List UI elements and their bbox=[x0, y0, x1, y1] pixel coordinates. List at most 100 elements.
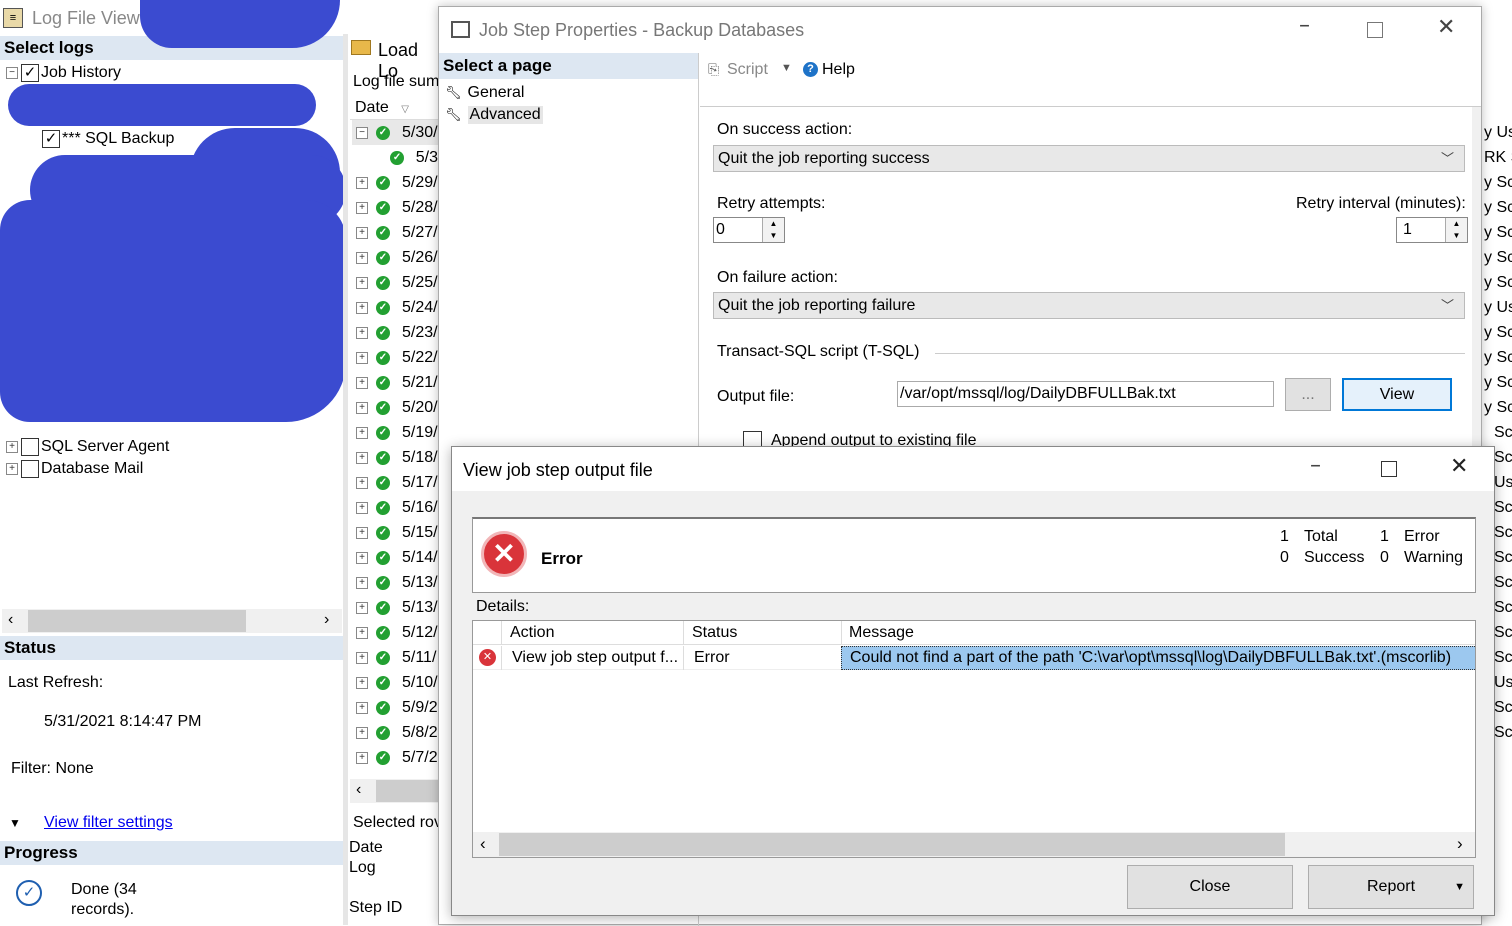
splitter[interactable] bbox=[343, 34, 348, 925]
log-date-row[interactable]: + ✓ 5/14/ bbox=[352, 545, 438, 570]
retry-interval-spinner[interactable]: 1 ▲ ▼ bbox=[1396, 217, 1468, 243]
on-failure-select[interactable]: Quit the job reporting failure ﹀ bbox=[713, 292, 1465, 319]
checkbox-icon[interactable]: ✓ bbox=[21, 64, 39, 82]
log-date-row[interactable]: + ✓ 5/12/ bbox=[352, 620, 438, 645]
log-date-row[interactable]: + ✓ 5/25/ bbox=[352, 270, 438, 295]
log-date-row[interactable]: ✓ 5/3 bbox=[352, 145, 438, 170]
log-date-row[interactable]: + ✓ 5/27/ bbox=[352, 220, 438, 245]
col-message-header[interactable]: Message bbox=[841, 621, 1475, 645]
expand-icon[interactable]: + bbox=[356, 751, 368, 764]
log-date-row[interactable]: + ✓ 5/24/ bbox=[352, 295, 438, 320]
scroll-thumb[interactable] bbox=[499, 833, 1285, 856]
expand-icon[interactable]: + bbox=[356, 726, 368, 739]
script-icon[interactable]: ⎘ bbox=[708, 61, 719, 78]
dropdown-arrow-icon[interactable]: ▼ bbox=[1454, 866, 1465, 908]
help-button[interactable]: Help bbox=[822, 61, 855, 79]
expand-icon[interactable]: + bbox=[356, 601, 368, 614]
minimize-icon[interactable]: – bbox=[1310, 453, 1321, 478]
log-date-row[interactable]: + ✓ 5/15/ bbox=[352, 520, 438, 545]
expand-icon[interactable]: + bbox=[6, 463, 18, 475]
log-date-row[interactable]: + ✓ 5/10/ bbox=[352, 670, 438, 695]
script-button[interactable]: Script bbox=[727, 61, 768, 79]
collapse-icon[interactable]: − bbox=[6, 67, 18, 79]
log-date-row[interactable]: + ✓ 5/21/ bbox=[352, 370, 438, 395]
log-date-row[interactable]: + ✓ 5/29/ bbox=[352, 170, 438, 195]
scroll-left-icon[interactable]: ‹ bbox=[480, 834, 486, 854]
log-date-row[interactable]: + ✓ 5/19/ bbox=[352, 420, 438, 445]
expand-icon[interactable]: + bbox=[356, 676, 368, 689]
expand-icon[interactable]: + bbox=[356, 276, 368, 289]
view-filter-link[interactable]: View filter settings bbox=[44, 814, 173, 832]
spinner-arrows-icon[interactable]: ▲ ▼ bbox=[1445, 218, 1467, 242]
expand-icon[interactable]: + bbox=[356, 376, 368, 389]
view-button[interactable]: View bbox=[1342, 378, 1452, 411]
table-row[interactable]: ✕ View job step output f... Error Could … bbox=[473, 646, 1475, 670]
close-icon[interactable]: ✕ bbox=[1450, 454, 1468, 479]
expand-icon[interactable]: + bbox=[356, 701, 368, 714]
spinner-arrows-icon[interactable]: ▲ ▼ bbox=[762, 218, 784, 242]
browse-button[interactable]: ... bbox=[1285, 378, 1331, 411]
log-date-row[interactable]: + ✓ 5/28/ bbox=[352, 195, 438, 220]
tree-hscrollbar[interactable]: ‹ › bbox=[2, 609, 342, 633]
report-button[interactable]: Report ▼ bbox=[1308, 865, 1474, 909]
expand-icon[interactable]: + bbox=[356, 476, 368, 489]
expand-icon[interactable]: + bbox=[6, 441, 18, 453]
grid-hscrollbar[interactable]: ‹ › bbox=[473, 832, 1475, 857]
log-date-row[interactable]: − ✓ 5/30/ bbox=[352, 120, 438, 145]
expand-icon[interactable]: + bbox=[356, 326, 368, 339]
col-status-header[interactable]: Status bbox=[683, 621, 841, 645]
tree-sql-backup[interactable]: ✓ *** SQL Backup bbox=[42, 128, 174, 150]
load-log-icon[interactable] bbox=[351, 40, 371, 55]
log-date-row[interactable]: + ✓ 5/9/2 bbox=[352, 695, 438, 720]
log-date-row[interactable]: + ✓ 5/17/ bbox=[352, 470, 438, 495]
output-file-input[interactable]: /var/opt/mssql/log/DailyDBFULLBak.txt bbox=[897, 381, 1274, 407]
expand-icon[interactable]: + bbox=[356, 501, 368, 514]
list-hscrollbar[interactable]: ‹ bbox=[350, 779, 440, 803]
chevron-down-icon[interactable]: ▼ bbox=[781, 62, 792, 74]
expand-icon[interactable]: + bbox=[356, 526, 368, 539]
scroll-left-icon[interactable]: ‹ bbox=[8, 611, 13, 629]
close-icon[interactable]: ✕ bbox=[1437, 15, 1455, 40]
close-button[interactable]: Close bbox=[1127, 865, 1293, 909]
expand-icon[interactable]: + bbox=[356, 251, 368, 264]
log-date-row[interactable]: + ✓ 5/23/ bbox=[352, 320, 438, 345]
minimize-icon[interactable]: – bbox=[1299, 13, 1310, 38]
maximize-icon[interactable] bbox=[1367, 22, 1383, 38]
checkbox-icon[interactable]: ✓ bbox=[42, 130, 60, 148]
tree-sql-agent[interactable]: + SQL Server Agent bbox=[6, 436, 169, 458]
log-date-row[interactable]: + ✓ 5/26/ bbox=[352, 245, 438, 270]
checkbox-icon[interactable] bbox=[21, 438, 39, 456]
page-advanced[interactable]: 🔧︎ Advanced bbox=[445, 104, 543, 126]
expand-icon[interactable]: + bbox=[356, 201, 368, 214]
expand-icon[interactable]: + bbox=[356, 426, 368, 439]
log-date-row[interactable]: + ✓ 5/13/ bbox=[352, 570, 438, 595]
col-action-header[interactable]: Action bbox=[501, 621, 683, 645]
log-date-row[interactable]: + ✓ 5/18/ bbox=[352, 445, 438, 470]
expand-icon[interactable]: + bbox=[356, 651, 368, 664]
row-message[interactable]: Could not find a part of the path 'C:\va… bbox=[841, 646, 1475, 670]
log-date-row[interactable]: + ✓ 5/8/2 bbox=[352, 720, 438, 745]
page-general[interactable]: 🔧︎ General bbox=[445, 82, 524, 104]
vscroll-track[interactable] bbox=[1472, 107, 1481, 447]
tree-job-history[interactable]: − ✓ Job History bbox=[6, 62, 121, 84]
log-date-row[interactable]: + ✓ 5/11/ bbox=[352, 645, 438, 670]
expand-icon[interactable]: + bbox=[356, 576, 368, 589]
scroll-right-icon[interactable]: › bbox=[324, 611, 329, 629]
scroll-right-icon[interactable]: › bbox=[1457, 834, 1463, 854]
log-date-row[interactable]: + ✓ 5/20/ bbox=[352, 395, 438, 420]
tree-db-mail[interactable]: + Database Mail bbox=[6, 458, 143, 480]
log-date-row[interactable]: + ✓ 5/16/ bbox=[352, 495, 438, 520]
scroll-thumb[interactable] bbox=[28, 610, 246, 632]
expand-icon[interactable]: + bbox=[356, 401, 368, 414]
expand-icon[interactable]: + bbox=[356, 226, 368, 239]
collapse-icon[interactable]: − bbox=[356, 126, 368, 139]
log-date-row[interactable]: + ✓ 5/22/ bbox=[352, 345, 438, 370]
retry-attempts-spinner[interactable]: 0 ▲ ▼ bbox=[713, 217, 785, 243]
expand-icon[interactable]: + bbox=[356, 176, 368, 189]
log-date-row[interactable]: + ✓ 5/13/ bbox=[352, 595, 438, 620]
expand-icon[interactable]: + bbox=[356, 626, 368, 639]
scroll-left-icon[interactable]: ‹ bbox=[356, 781, 361, 799]
expand-icon[interactable]: + bbox=[356, 301, 368, 314]
on-success-select[interactable]: Quit the job reporting success ﹀ bbox=[713, 145, 1465, 172]
maximize-icon[interactable] bbox=[1381, 461, 1397, 477]
